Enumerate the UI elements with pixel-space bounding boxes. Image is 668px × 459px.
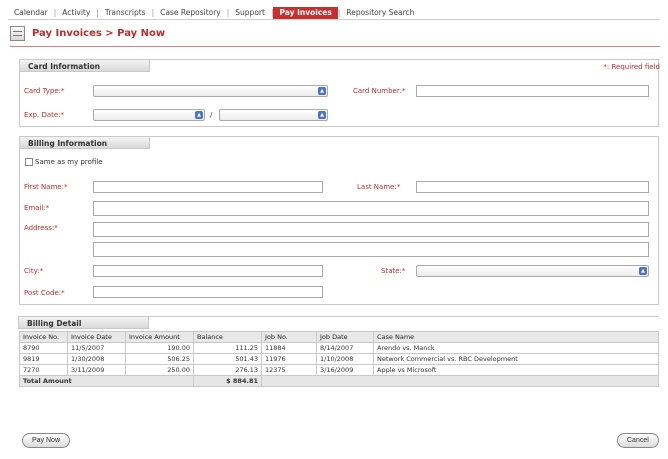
table-row: 9819 1/30/2008 506.25 501.43 11976 1/10/… [19, 353, 659, 365]
exp-date-label: Exp. Date:* [24, 111, 65, 119]
title-divider [10, 46, 660, 47]
pay-now-button[interactable]: Pay Now [22, 433, 71, 448]
cell-job-no: 11884 [261, 342, 317, 354]
exp-date-separator: / [210, 111, 213, 119]
select-arrow-icon: ▲ [639, 267, 647, 275]
required-note: *: Required field [603, 63, 660, 71]
col-balance: Balance [193, 331, 262, 343]
exp-year-select[interactable]: ▲ [219, 109, 328, 121]
cell-invoice-date: 11/5/2007 [67, 342, 126, 354]
cell-invoice-amount: 190.00 [125, 342, 194, 354]
cell-job-date: 8/14/2007 [316, 342, 374, 354]
nav-activity[interactable]: Activity [56, 7, 96, 19]
invoice-icon [10, 26, 25, 41]
email-input[interactable] [93, 201, 649, 216]
col-case-name: Case Name [373, 331, 659, 343]
cell-job-date: 1/10/2008 [316, 353, 374, 365]
cell-job-date: 3/16/2009 [316, 364, 374, 376]
nav-pay-invoices[interactable]: Pay Invoices [273, 6, 338, 19]
card-information-tab: Card Information [19, 59, 150, 72]
select-arrow-icon: ▲ [318, 87, 326, 95]
same-as-profile-label: Same as my profile [35, 158, 103, 166]
cell-balance: 276.13 [193, 364, 262, 376]
col-job-no: Job No. [261, 331, 317, 343]
cell-invoice-no: 8790 [19, 342, 68, 354]
table-row: 8790 11/5/2007 190.00 111.25 11884 8/14/… [19, 342, 659, 354]
cell-case-name: Arendo vs. Manck [373, 342, 659, 354]
last-name-label: Last Name:* [357, 183, 401, 191]
card-number-input[interactable] [416, 85, 649, 97]
card-type-label: Card Type:* [24, 87, 65, 95]
same-as-profile-checkbox[interactable] [25, 158, 33, 166]
nav-transcripts[interactable]: Transcripts [99, 7, 152, 19]
cell-invoice-date: 1/30/2008 [67, 353, 126, 365]
billing-detail-table: Invoice No. Invoice Date Invoice Amount … [19, 331, 659, 387]
table-header-row: Invoice No. Invoice Date Invoice Amount … [19, 331, 659, 343]
address-line2-input[interactable] [93, 242, 649, 257]
cell-job-no: 12375 [261, 364, 317, 376]
city-label: City:* [24, 267, 44, 275]
postal-code-input[interactable] [93, 286, 323, 298]
billing-information-panel: Billing Information [19, 136, 659, 305]
total-value: $ 884.81 [193, 375, 262, 387]
cell-balance: 111.25 [193, 342, 262, 354]
cell-balance: 501.43 [193, 353, 262, 365]
first-name-label: First Name:* [24, 183, 68, 191]
cell-invoice-no: 9819 [19, 353, 68, 365]
billing-information-tab: Billing Information [19, 136, 150, 149]
cell-case-name: Network Commercial vs. RBC Development [373, 353, 659, 365]
nav-case-repository[interactable]: Case Repository [154, 7, 227, 19]
postal-code-label: Post Code:* [24, 289, 65, 297]
cell-invoice-amount: 250.00 [125, 364, 194, 376]
col-invoice-date: Invoice Date [67, 331, 126, 343]
cancel-button[interactable]: Cancel [617, 433, 659, 448]
page-title: Pay Invoices > Pay Now [32, 28, 166, 39]
cell-invoice-no: 7270 [19, 364, 68, 376]
total-filler [261, 375, 659, 387]
address-label: Address:* [24, 224, 58, 232]
select-arrow-icon: ▲ [195, 111, 203, 119]
card-number-label: Card Number:* [353, 87, 406, 95]
nav-support[interactable]: Support [229, 7, 271, 19]
cell-case-name: Apple vs Microsoft [373, 364, 659, 376]
billing-detail-tab: Billing Detail [18, 316, 149, 329]
address-line1-input[interactable] [93, 222, 649, 237]
page-header: Pay Invoices > Pay Now [10, 26, 165, 41]
email-label: Email:* [24, 204, 50, 212]
col-invoice-no: Invoice No. [19, 331, 68, 343]
total-row: Total Amount $ 884.81 [19, 375, 659, 387]
cell-invoice-date: 3/11/2009 [67, 364, 126, 376]
table-row: 7270 3/11/2009 250.00 276.13 12375 3/16/… [19, 364, 659, 376]
nav-calendar[interactable]: Calendar [8, 7, 54, 19]
last-name-input[interactable] [416, 181, 649, 193]
total-label: Total Amount [19, 375, 194, 387]
cell-invoice-amount: 506.25 [125, 353, 194, 365]
first-name-input[interactable] [93, 181, 323, 193]
city-input[interactable] [93, 265, 323, 277]
card-type-select[interactable]: ▲ [93, 85, 328, 97]
select-arrow-icon: ▲ [318, 111, 326, 119]
exp-month-select[interactable]: ▲ [93, 109, 205, 121]
top-nav: Calendar | Activity | Transcripts | Case Re… [8, 6, 660, 20]
col-invoice-amount: Invoice Amount [125, 331, 194, 343]
col-job-date: Job Date [316, 331, 374, 343]
state-label: State:* [381, 267, 406, 275]
cell-job-no: 11976 [261, 353, 317, 365]
state-select[interactable]: ▲ [416, 265, 649, 277]
nav-repository-search[interactable]: Repository Search [340, 7, 420, 19]
